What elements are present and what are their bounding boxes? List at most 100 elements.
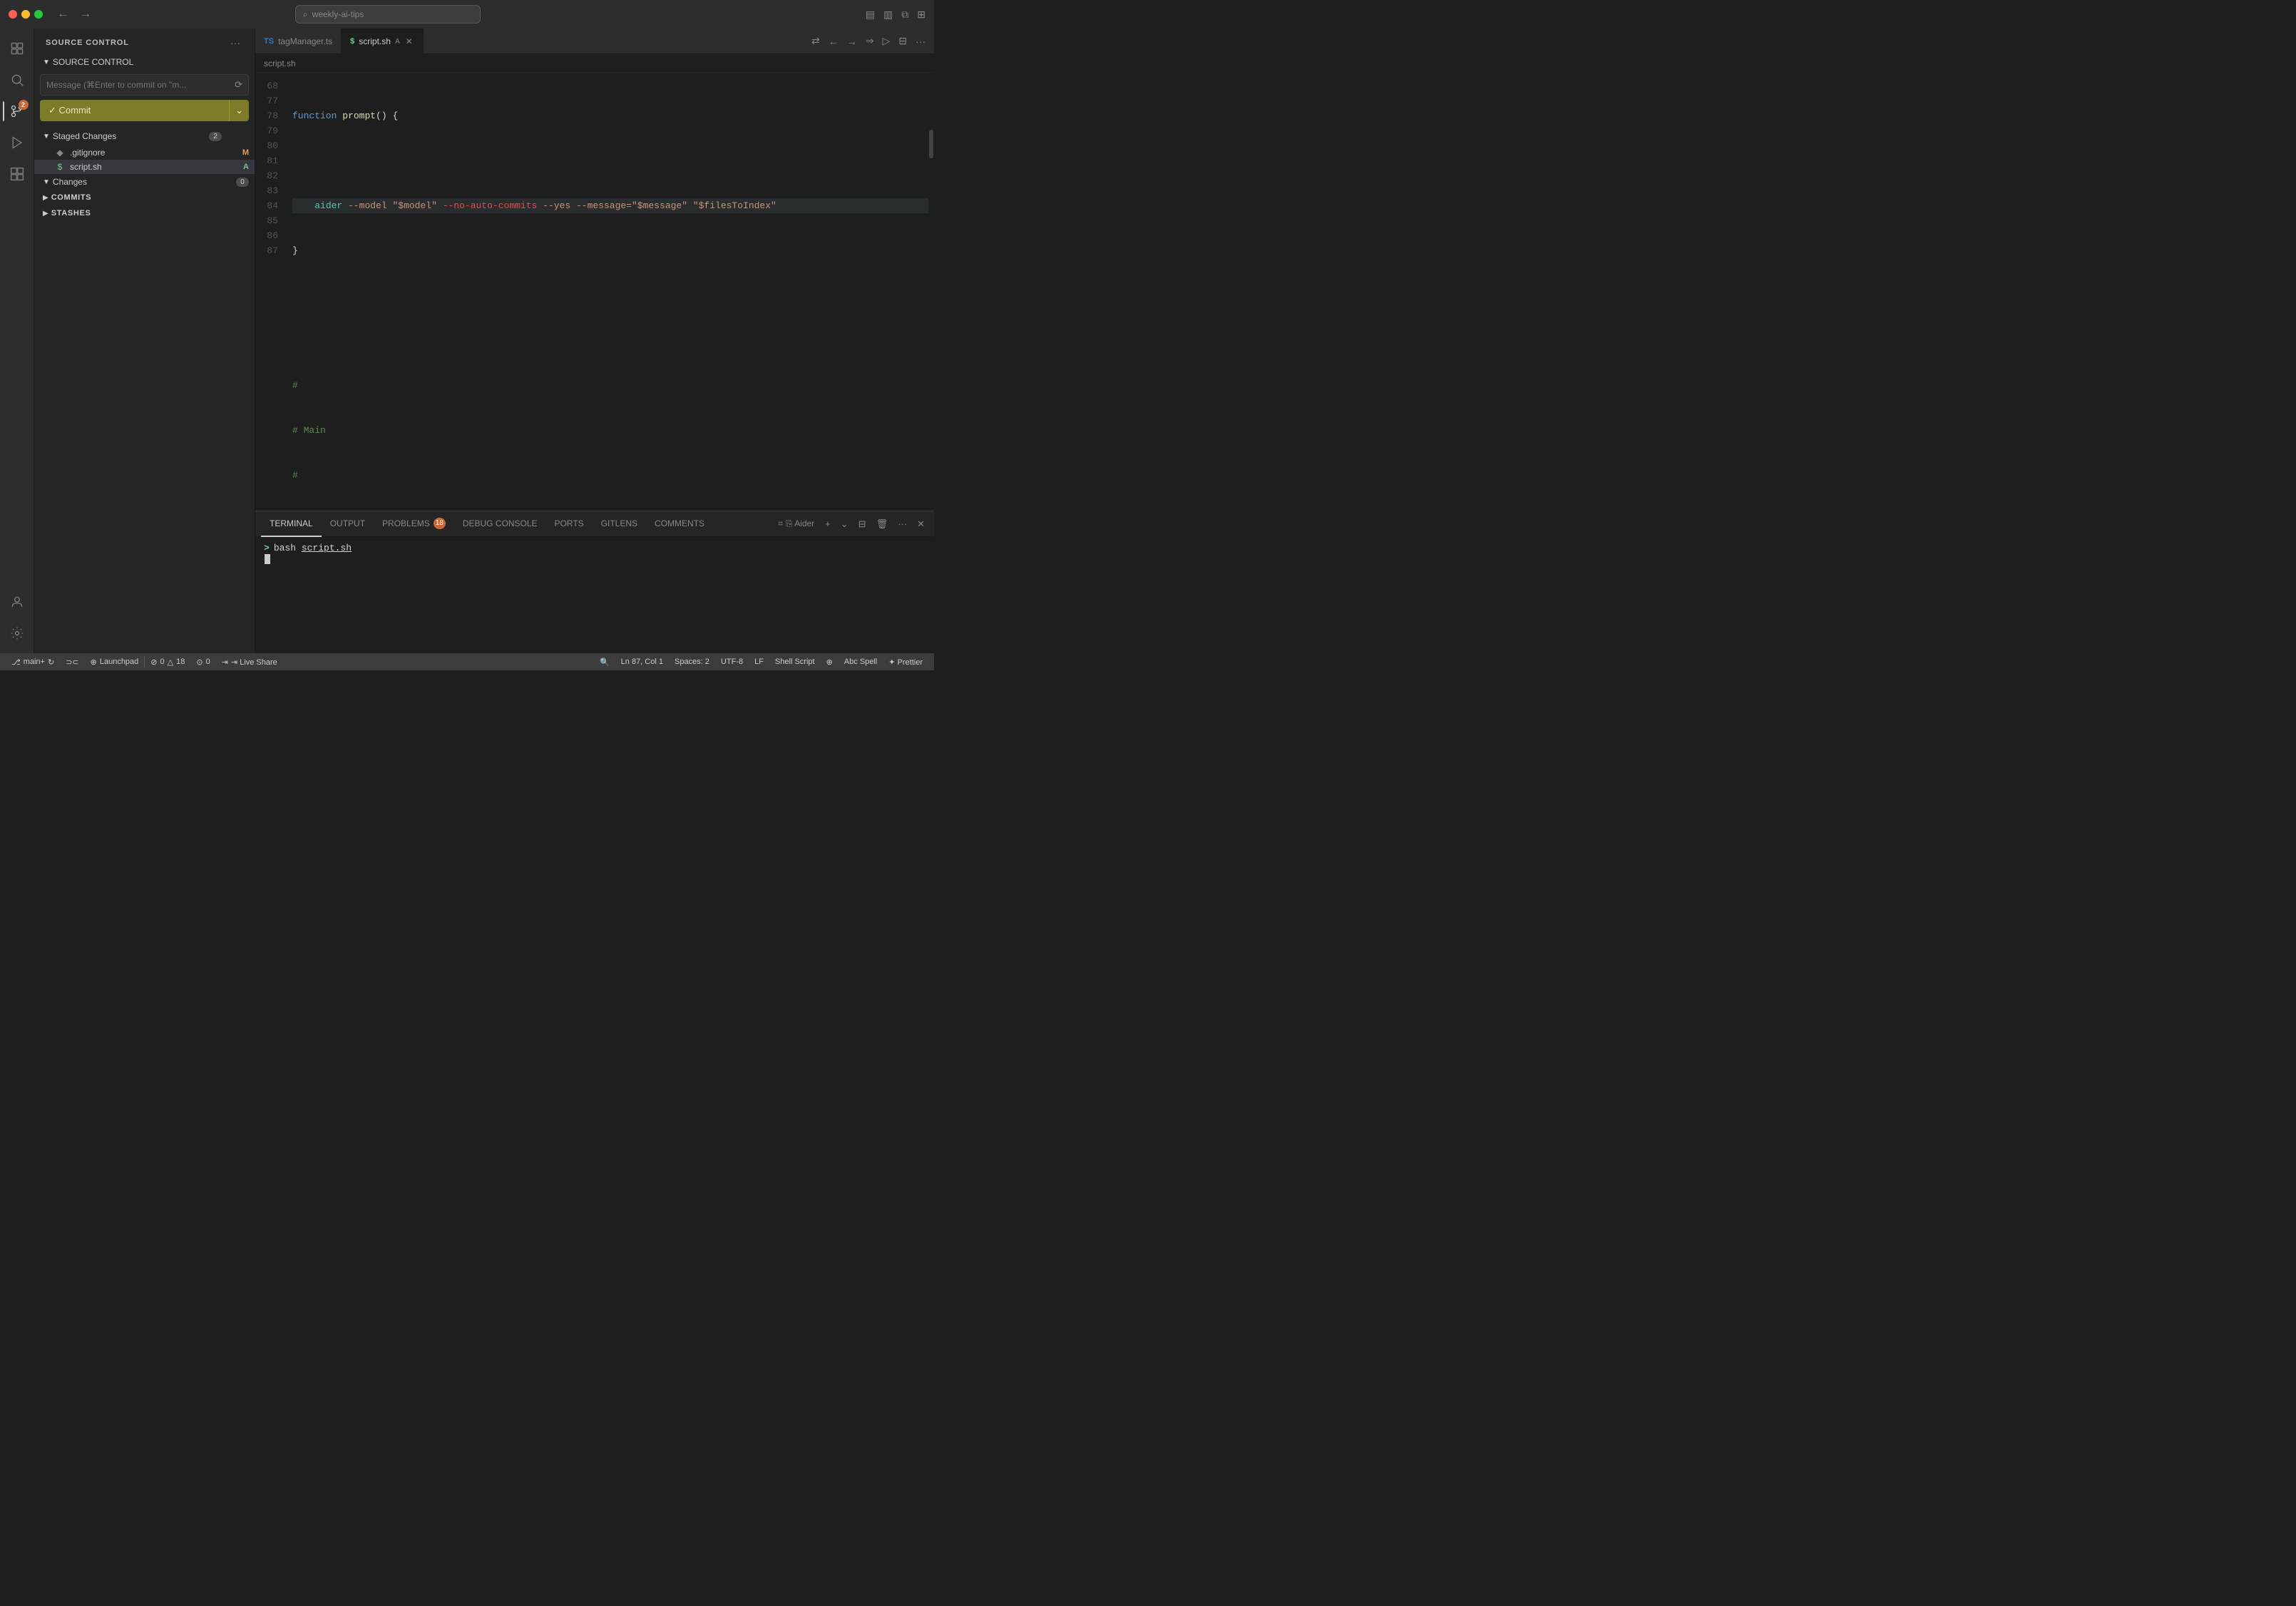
- status-ports[interactable]: ⊙ 0: [190, 653, 215, 670]
- activity-source-control[interactable]: 2: [3, 97, 31, 126]
- staged-changes-header[interactable]: ▼ Staged Changes 2 + −: [34, 127, 255, 145]
- status-position[interactable]: Ln 87, Col 1: [615, 653, 669, 670]
- activity-extensions[interactable]: [3, 160, 31, 188]
- stashes-section[interactable]: ▶ STASHES: [34, 205, 255, 221]
- panel-toggle-icon[interactable]: ▥: [883, 9, 893, 21]
- activity-run[interactable]: [3, 128, 31, 157]
- language-text: Shell Script: [775, 658, 815, 666]
- tab-scriptsh[interactable]: $ script.sh A ✕: [342, 29, 424, 54]
- line-endings-text: LF: [754, 658, 764, 666]
- terminal-tab-ports[interactable]: PORTS: [546, 511, 593, 537]
- tab-tagmanager-label: tagManager.ts: [278, 36, 332, 46]
- maximize-button[interactable]: [34, 10, 43, 19]
- terminal-tab-output[interactable]: OUTPUT: [322, 511, 374, 537]
- gitignore-actions: ↩ −: [218, 148, 240, 158]
- line-num-78: 78: [255, 108, 287, 123]
- terminal-tab-bar: TERMINAL OUTPUT PROBLEMS 18 DEBUG CONSOL…: [255, 511, 934, 537]
- changes-label: Changes: [53, 177, 87, 187]
- terminal-command: bash script.sh: [274, 543, 352, 553]
- line-num-85: 85: [255, 213, 287, 228]
- vcs-compare-icon[interactable]: ⇄: [809, 34, 823, 48]
- activity-settings[interactable]: [3, 619, 31, 648]
- status-spaces[interactable]: Spaces: 2: [669, 653, 715, 670]
- commit-button[interactable]: ✓ Commit: [40, 100, 229, 121]
- line-num-83: 83: [255, 183, 287, 198]
- commits-section[interactable]: ▶ COMMITS: [34, 190, 255, 205]
- editor-more-icon[interactable]: ···: [913, 34, 928, 48]
- changes-collapse-icon: ▼: [43, 178, 50, 186]
- code-line-78: aider --model "$model" --no-auto-commits…: [292, 198, 928, 213]
- activity-explorer[interactable]: [3, 34, 31, 63]
- terminal-trash-button[interactable]: 🗑: [873, 516, 892, 532]
- commit-dropdown-button[interactable]: ⌄: [229, 100, 249, 121]
- status-line-endings[interactable]: LF: [749, 653, 769, 670]
- editor-forward-icon[interactable]: →: [844, 34, 860, 48]
- spaces-text: Spaces: 2: [675, 658, 709, 666]
- sidebar-more-button[interactable]: ···: [227, 36, 243, 50]
- sidebar-toggle-icon[interactable]: ▤: [866, 9, 875, 21]
- ports-count: 0: [206, 658, 210, 666]
- traffic-lights: [9, 10, 43, 19]
- staged-section-right: 2 + −: [209, 130, 249, 143]
- status-live-share[interactable]: ⇥ ⇥ Live Share: [216, 653, 283, 670]
- titlebar: ← → ⌕ weekly-ai-tips ▤ ▥ ⧉ ⊞: [0, 0, 934, 29]
- changes-header[interactable]: ▼ Changes 0: [34, 174, 255, 190]
- scrollbar-thumb[interactable]: [929, 130, 933, 158]
- terminal-panel: TERMINAL OUTPUT PROBLEMS 18 DEBUG CONSOL…: [255, 511, 934, 653]
- activity-account[interactable]: [3, 588, 31, 616]
- commit-message-input[interactable]: [46, 80, 230, 90]
- editor-back-icon[interactable]: ←: [826, 34, 841, 48]
- aider-terminal-button[interactable]: ⌗ ⎘ Aider: [774, 517, 819, 531]
- tab-close-button[interactable]: ✕: [404, 36, 414, 46]
- status-zoom[interactable]: 🔍: [594, 653, 615, 670]
- status-branch[interactable]: ⎇ main+ ↻: [6, 653, 60, 670]
- terminal-script-link[interactable]: script.sh: [302, 543, 352, 553]
- layout-icon[interactable]: ⊞: [917, 9, 926, 21]
- scrollbar-track: [928, 73, 934, 511]
- status-errors[interactable]: ⊘ 0 △ 18: [145, 653, 190, 670]
- status-encoding[interactable]: UTF-8: [715, 653, 749, 670]
- activity-search[interactable]: [3, 66, 31, 94]
- scriptsh-status-badge: A: [243, 163, 249, 171]
- status-prettier[interactable]: ✦ Prettier: [883, 653, 928, 670]
- terminal-tab-comments[interactable]: COMMENTS: [646, 511, 713, 537]
- source-control-section-header[interactable]: ▼ SOURCE CONTROL: [34, 54, 255, 70]
- terminal-split-button[interactable]: ⊟: [855, 516, 870, 532]
- tab-tagmanager[interactable]: TS tagManager.ts: [255, 29, 342, 53]
- search-bar[interactable]: ⌕ weekly-ai-tips: [295, 5, 481, 24]
- commits-collapse-icon: ▶: [43, 194, 48, 202]
- status-spell[interactable]: Abc Spell: [839, 653, 883, 670]
- forward-button[interactable]: →: [77, 6, 94, 22]
- terminal-add-button[interactable]: +: [821, 516, 834, 531]
- terminal-content[interactable]: > bash script.sh: [255, 537, 934, 653]
- aider-icon: ⌗: [778, 518, 783, 529]
- terminal-tab-gitlens[interactable]: GITLENS: [593, 511, 646, 537]
- terminal-tab-problems[interactable]: PROBLEMS 18: [374, 511, 454, 537]
- minimize-button[interactable]: [21, 10, 30, 19]
- code-line-82: #: [292, 378, 928, 393]
- terminal-prompt-line: > bash script.sh: [264, 543, 926, 553]
- file-item-script-sh[interactable]: $ script.sh ⎘ − A: [34, 160, 255, 174]
- status-language[interactable]: Shell Script: [769, 653, 821, 670]
- code-area: 68 77 78 79 80 81 82 83 84 85 86 87 func…: [255, 73, 934, 511]
- terminal-close-button[interactable]: ✕: [913, 516, 928, 532]
- split-editor-icon[interactable]: ⊟: [896, 34, 910, 48]
- tab-bar-actions: ⇄ ← → ⇒ ▷ ⊟ ···: [803, 29, 934, 53]
- split-toggle-icon[interactable]: ⧉: [901, 9, 908, 21]
- breadcrumb-text: script.sh: [264, 58, 296, 68]
- source-control-content: ▼ SOURCE CONTROL ⟳ ✓ Commit ⌄ ▼ Staged C…: [34, 54, 255, 653]
- status-vcs-actions[interactable]: ⊃⊂: [60, 653, 84, 670]
- run-file-icon[interactable]: ▷: [879, 34, 893, 48]
- search-text: weekly-ai-tips: [312, 9, 364, 19]
- status-aider[interactable]: ⊕: [821, 653, 839, 670]
- terminal-tab-debug[interactable]: DEBUG CONSOLE: [454, 511, 546, 537]
- terminal-tab-terminal[interactable]: TERMINAL: [261, 511, 322, 537]
- editor-forward2-icon[interactable]: ⇒: [863, 34, 877, 48]
- terminal-chevron-button[interactable]: ⌄: [837, 516, 852, 532]
- close-button[interactable]: [9, 10, 17, 19]
- file-item-gitignore[interactable]: ◆ .gitignore ↩ − M: [34, 145, 255, 160]
- status-launchpad[interactable]: ⊕ Launchpad: [85, 653, 145, 670]
- back-button[interactable]: ←: [54, 6, 71, 22]
- staged-changes-label: Staged Changes: [53, 131, 116, 141]
- terminal-more-button[interactable]: ···: [894, 516, 911, 531]
